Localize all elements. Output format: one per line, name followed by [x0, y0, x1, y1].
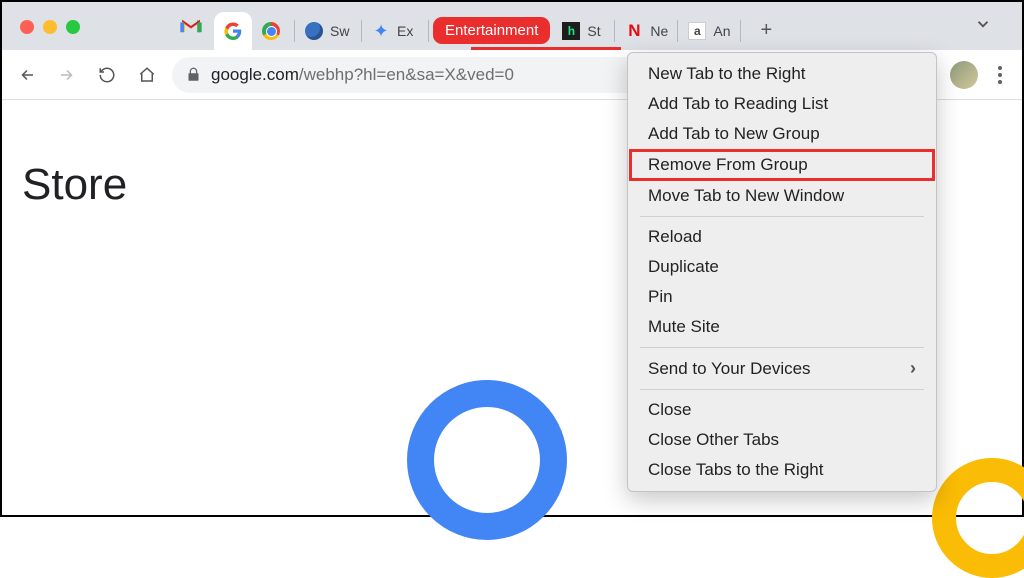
back-button[interactable]: [12, 60, 42, 90]
url-text: google.com/webhp?hl=en&sa=X&ved=0: [211, 65, 514, 85]
google-logo-blue-ring: [407, 380, 567, 540]
url-path: /webhp?hl=en&sa=X&ved=0: [299, 65, 514, 84]
menu-new-tab-right[interactable]: New Tab to the Right: [628, 59, 936, 89]
home-button[interactable]: [132, 60, 162, 90]
amazon-favicon-icon: a: [688, 22, 706, 40]
globe-favicon-icon: [305, 22, 323, 40]
menu-close[interactable]: Close: [628, 395, 936, 425]
tab-label: Ne: [650, 23, 668, 39]
hulu-favicon-icon: h: [562, 22, 580, 40]
tab-context-menu: New Tab to the Right Add Tab to Reading …: [627, 52, 937, 492]
menu-add-new-group[interactable]: Add Tab to New Group: [628, 119, 936, 149]
menu-close-right[interactable]: Close Tabs to the Right: [628, 455, 936, 485]
menu-add-reading-list[interactable]: Add Tab to Reading List: [628, 89, 936, 119]
tab-label: Sw: [330, 23, 349, 39]
lock-icon: [186, 67, 201, 82]
close-window-button[interactable]: [20, 20, 34, 34]
tab-strip: Sw ✦ Ex Entertainment h St N Ne a An +: [2, 2, 1022, 50]
tab-ex[interactable]: ✦ Ex: [362, 12, 428, 50]
google-favicon-icon: [224, 22, 242, 40]
tab-label: Ex: [397, 23, 413, 39]
menu-move-new-window[interactable]: Move Tab to New Window: [628, 181, 936, 211]
menu-send-devices[interactable]: Send to Your Devices ›: [628, 353, 936, 384]
tab-label: An: [713, 23, 730, 39]
fullscreen-window-button[interactable]: [66, 20, 80, 34]
tab-group-label: Entertainment: [445, 22, 538, 39]
tab-separator: [428, 20, 429, 42]
new-tab-button[interactable]: +: [751, 15, 781, 45]
tab-chrome[interactable]: [252, 12, 294, 50]
tab-hulu[interactable]: h St: [552, 12, 614, 50]
google-logo-yellow-ring: [932, 458, 1024, 578]
minimize-window-button[interactable]: [43, 20, 57, 34]
submenu-arrow-icon: ›: [910, 358, 916, 379]
tab-amazon[interactable]: a An: [678, 12, 740, 50]
tab-google[interactable]: [214, 12, 252, 50]
chrome-menu-button[interactable]: [988, 60, 1012, 90]
gmail-icon[interactable]: [180, 18, 202, 34]
group-underline: [471, 47, 621, 50]
extension-favicon-icon: ✦: [372, 22, 390, 40]
forward-button[interactable]: [52, 60, 82, 90]
tab-netflix[interactable]: N Ne: [615, 12, 677, 50]
tab-overflow-button[interactable]: [974, 15, 992, 38]
tab-group-chip[interactable]: Entertainment: [433, 17, 550, 44]
menu-mute-site[interactable]: Mute Site: [628, 312, 936, 342]
menu-separator: [640, 216, 924, 217]
menu-pin[interactable]: Pin: [628, 282, 936, 312]
profile-avatar[interactable]: [950, 61, 978, 89]
url-host: google.com: [211, 65, 299, 84]
tab-sw[interactable]: Sw: [295, 12, 361, 50]
menu-separator: [640, 389, 924, 390]
menu-duplicate[interactable]: Duplicate: [628, 252, 936, 282]
tab-label: St: [587, 23, 600, 39]
menu-close-other[interactable]: Close Other Tabs: [628, 425, 936, 455]
reload-button[interactable]: [92, 60, 122, 90]
menu-separator: [640, 347, 924, 348]
tab-separator: [740, 20, 741, 42]
menu-remove-from-group[interactable]: Remove From Group: [630, 150, 934, 180]
chrome-favicon-icon: [262, 22, 280, 40]
menu-reload[interactable]: Reload: [628, 222, 936, 252]
window-controls: [20, 20, 80, 34]
netflix-favicon-icon: N: [625, 22, 643, 40]
